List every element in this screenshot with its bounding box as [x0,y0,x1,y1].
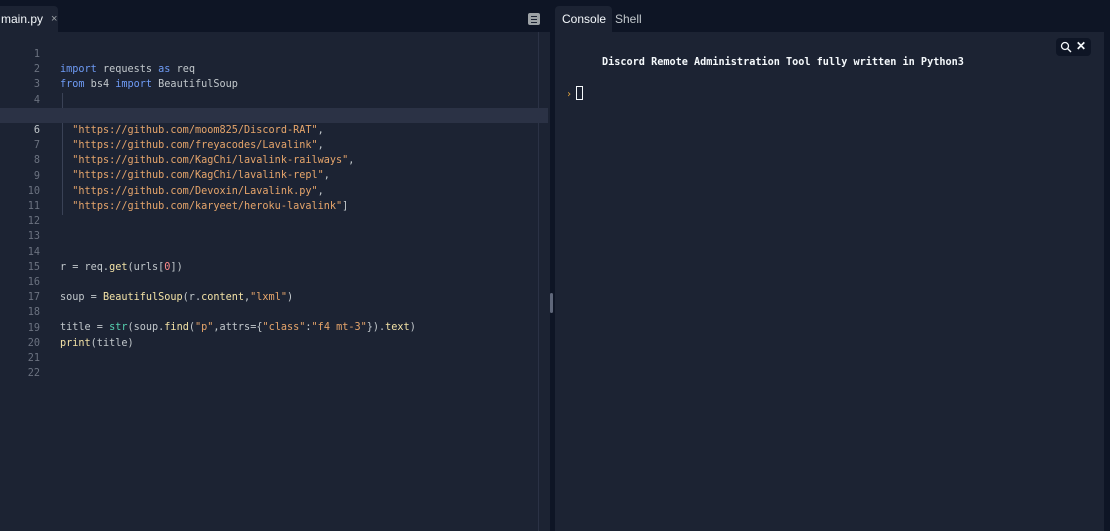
splitter-handle[interactable] [550,293,553,313]
code-line[interactable]: 21 [0,336,548,364]
code-line[interactable]: 3 [0,62,548,90]
code-line[interactable]: 4 urls = [ [0,78,548,121]
tab-shell[interactable]: Shell [615,6,642,32]
code-line[interactable]: 18 title = str(soup.find("p",attrs={"cla… [0,290,548,333]
console-edge [1104,32,1110,531]
code-line[interactable]: 15 [0,245,548,273]
close-icon[interactable]: ✕ [1075,39,1087,53]
code-line[interactable]: 22 [0,351,548,379]
code-line-active[interactable]: 6 "https://github.com/freyacodes/Lavalin… [0,108,548,151]
code-line[interactable]: 12 [0,199,548,227]
file-tab-label: main.py [1,12,44,26]
code-line[interactable]: 11 [0,184,548,212]
console-cursor[interactable] [576,86,583,100]
code-line[interactable]: 17 [0,275,548,303]
code-line[interactable]: 13 [0,214,548,242]
code-line[interactable]: 14 r = req.get(urls[0]) [0,230,548,273]
code-line[interactable]: 1 import requests as req [0,32,548,75]
console-output-text: Discord Remote Administration Tool fully… [602,57,964,68]
code-line[interactable]: 16 soup = BeautifulSoup(r.content,"lxml"… [0,260,548,303]
code-area[interactable]: 1 import requests as req 2 from bs4 impo… [0,32,548,531]
search-icon[interactable] [1060,41,1072,53]
code-line[interactable]: 10 "https://github.com/karyeet/heroku-la… [0,169,548,212]
editor-scrollbar[interactable] [538,32,539,531]
console-tab-bar: Console Shell [555,0,1110,32]
prompt-chevron-icon: › [566,89,573,100]
editor-tab-bar: main.py × [0,0,550,32]
code-line[interactable]: 20 [0,321,548,349]
tab-console[interactable]: Console [555,6,612,32]
code-line[interactable]: 9 "https://github.com/Devoxin/Lavalink.p… [0,154,548,197]
editor-options-icon[interactable] [528,13,540,25]
code-line[interactable]: 2 from bs4 import BeautifulSoup [0,47,548,90]
code-line[interactable]: 8 "https://github.com/KagChi/lavalink-re… [0,138,548,181]
console-pane[interactable]: ✕ Discord Remote Administration Tool ful… [555,32,1104,531]
console-toolbar: ✕ [1056,38,1091,56]
code-line[interactable]: 5 "https://github.com/moom825/Discord-RA… [0,93,548,136]
code-editor-pane: main.py × 1 import requests as req 2 fro… [0,0,550,531]
line-number: 22 [27,368,40,379]
file-tab-main-py[interactable]: main.py × [0,6,58,32]
close-icon[interactable]: × [51,13,57,25]
code-line[interactable]: 7 "https://github.com/KagChi/lavalink-ra… [0,123,548,166]
code-line[interactable]: 19 print(title) [0,306,548,349]
